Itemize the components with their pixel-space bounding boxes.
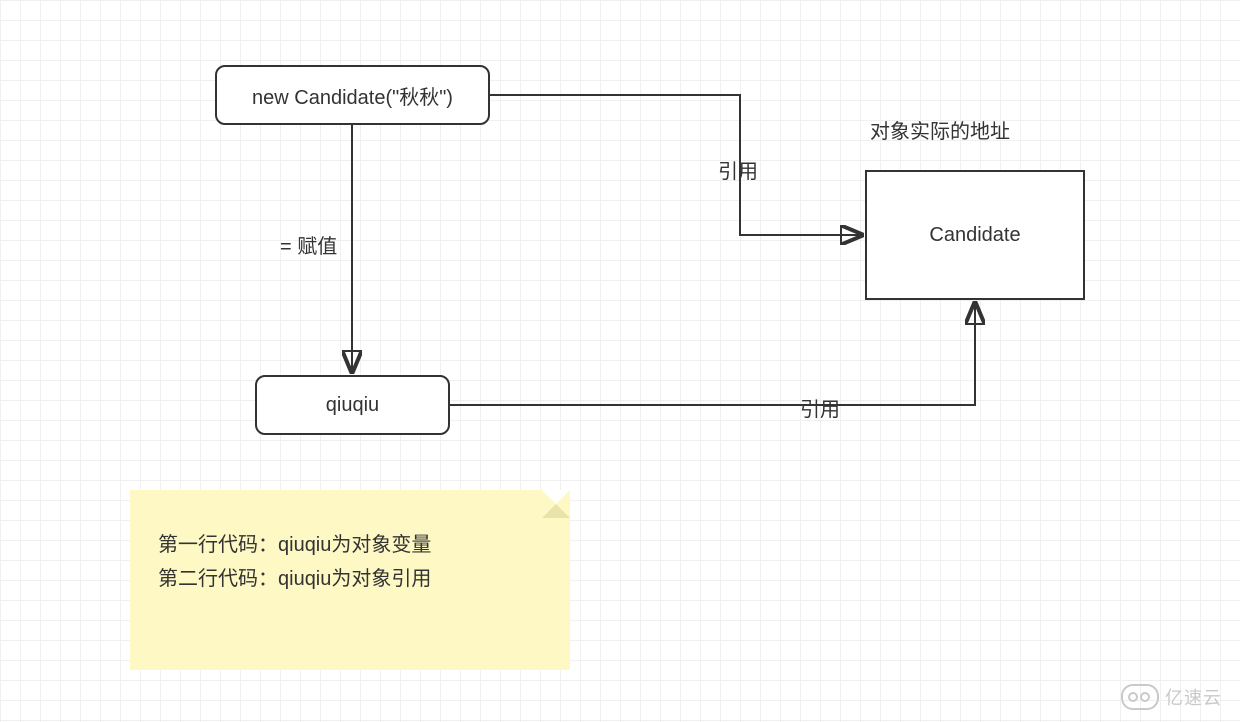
- node-new-candidate-label: new Candidate("秋秋"): [252, 81, 453, 110]
- node-qiuqiu: qiuqiu: [255, 375, 450, 435]
- node-qiuqiu-label: qiuqiu: [326, 394, 379, 417]
- watermark-text: 亿速云: [1165, 684, 1222, 710]
- sticky-line-1: 第一行代码：qiuqiu为对象变量: [158, 528, 542, 562]
- label-ref-bottom: 引用: [800, 393, 840, 422]
- node-new-candidate: new Candidate("秋秋"): [215, 65, 490, 125]
- label-ref-top: 引用: [718, 155, 758, 184]
- label-heap-title: 对象实际的地址: [870, 115, 1010, 144]
- sticky-line-2: 第二行代码：qiuqiu为对象引用: [158, 562, 542, 596]
- sticky-note: 第一行代码：qiuqiu为对象变量 第二行代码：qiuqiu为对象引用: [130, 490, 570, 670]
- label-assign: = 赋值: [280, 230, 337, 259]
- watermark-cloud-icon: [1121, 684, 1159, 710]
- watermark: 亿速云: [1121, 684, 1222, 710]
- node-candidate-object-label: Candidate: [929, 224, 1020, 247]
- diagram-canvas: new Candidate("秋秋") qiuqiu Candidate = 赋…: [0, 0, 1240, 722]
- arrow-ref-top: [490, 95, 862, 235]
- arrow-ref-bottom: [450, 303, 975, 405]
- node-candidate-object: Candidate: [865, 170, 1085, 300]
